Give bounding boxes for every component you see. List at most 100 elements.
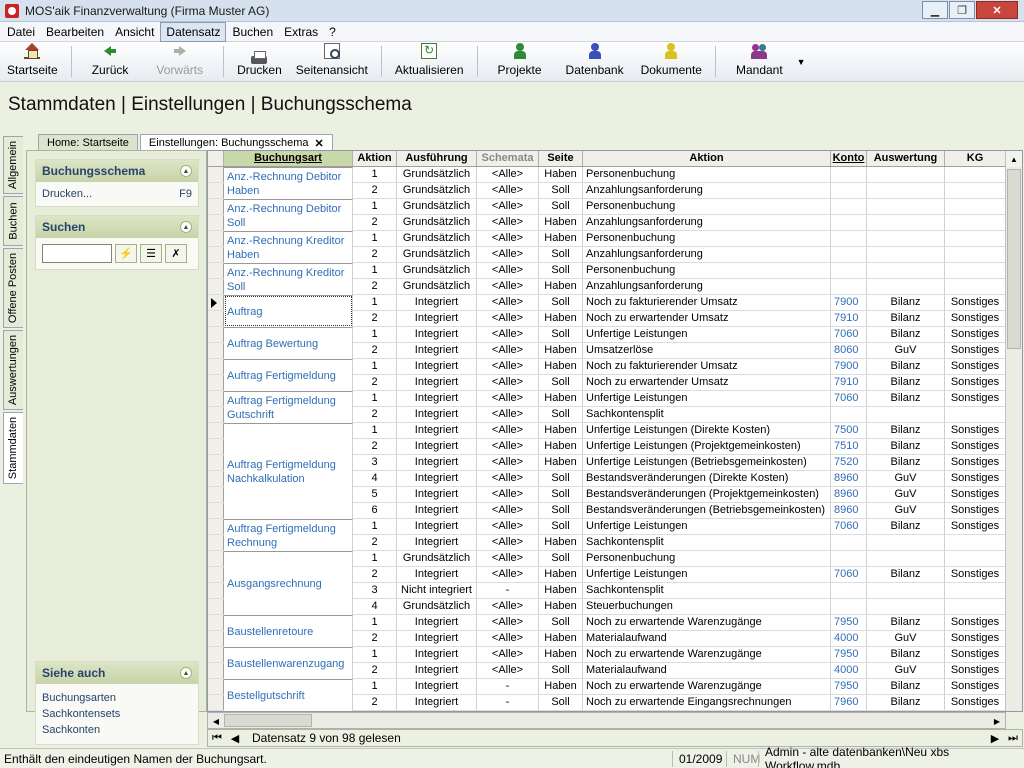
col-aktion[interactable]: Aktion [583,151,831,166]
row-selector[interactable] [208,503,224,518]
search-input[interactable] [42,244,112,263]
client-button[interactable]: Mandant [722,42,791,81]
schema-panel-header[interactable]: Buchungsschema ▲ [36,160,198,182]
filter-list-icon[interactable]: ☰ [140,244,162,263]
row-selector[interactable] [208,391,224,406]
row-selector[interactable] [208,343,224,358]
row-selector[interactable] [208,279,224,294]
scroll-up-icon[interactable]: ▲ [1006,151,1022,167]
row-selector[interactable] [208,551,224,566]
clear-filter-icon[interactable]: ✗ [165,244,187,263]
first-record-icon[interactable]: ⏮ [208,730,226,746]
collapse-icon[interactable]: ▲ [180,221,192,233]
maximize-icon[interactable]: ❐ [949,1,975,19]
row-selector[interactable] [208,663,224,678]
table-row[interactable]: Auftrag 1 Integriert <Alle> Soll Noch zu fakt… [208,295,1006,327]
table-row[interactable]: Anz.-Rechnung Kreditor Haben 1 Grundsätzli… [208,231,1006,263]
table-row[interactable]: Bestellgutschrift 1 Integriert - Haben Noch z… [208,679,1006,711]
col-aktion-nr[interactable]: Aktion [353,151,397,166]
table-row[interactable]: Baustellenretoure 1 Integriert <Alle> Soll No… [208,615,1006,647]
row-selector[interactable] [208,615,224,630]
link-buchungsarten[interactable]: Buchungsarten [42,690,192,706]
row-selector[interactable] [208,487,224,502]
table-row[interactable]: Auftrag Bewertung 1 Integriert <Alle> Soll Un… [208,327,1006,359]
row-selector[interactable] [208,647,224,662]
col-konto[interactable]: Konto [831,151,867,166]
scroll-right-icon[interactable]: ▶ [990,714,1004,728]
row-selector[interactable] [208,679,224,694]
collapse-icon[interactable]: ▲ [180,165,192,177]
menu-help[interactable]: ? [324,23,341,41]
row-selector[interactable] [208,583,224,598]
table-row[interactable]: Anz.-Rechnung Debitor Haben 1 Grundsätzlic… [208,167,1006,199]
vertical-scrollbar[interactable]: ▲ [1005,151,1022,711]
row-selector[interactable] [208,263,224,278]
print-shortcut[interactable]: Drucken... F9 [42,188,192,200]
back-button[interactable]: Zurück [78,42,143,81]
forward-button[interactable]: Vorwärts [142,42,217,81]
row-selector[interactable] [208,567,224,582]
link-sachkontensets[interactable]: Sachkontensets [42,706,192,722]
link-sachkonten[interactable]: Sachkonten [42,722,192,738]
see-also-header[interactable]: Siehe auch ▲ [36,662,198,684]
client-dropdown-icon[interactable]: ▼ [797,57,806,67]
menu-bearbeiten[interactable]: Bearbeiten [41,23,109,41]
row-selector[interactable] [208,295,224,310]
col-kg[interactable]: KG [945,151,1006,166]
col-schemata[interactable]: Schemata [477,151,539,166]
row-selector[interactable] [208,183,224,198]
row-selector[interactable] [208,215,224,230]
search-panel-header[interactable]: Suchen ▲ [36,216,198,238]
scroll-left-icon[interactable]: ◀ [209,714,223,728]
row-selector[interactable] [208,327,224,342]
database-button[interactable]: Datenbank [556,42,634,81]
row-selector[interactable] [208,695,224,710]
vtab-stammdaten[interactable]: Stammdaten [3,412,23,484]
row-selector[interactable] [208,455,224,470]
vtab-auswertungen[interactable]: Auswertungen [3,330,23,410]
documents-button[interactable]: Dokumente [634,42,709,81]
row-selector[interactable] [208,599,224,614]
horizontal-scroll-thumb[interactable] [224,714,312,727]
col-auswertung[interactable]: Auswertung [867,151,945,166]
page-preview-button[interactable]: Seitenansicht [289,42,375,81]
table-row[interactable]: Auftrag Fertigmeldung Rechnung 1 Integrier… [208,519,1006,551]
row-selector[interactable] [208,423,224,438]
row-selector[interactable] [208,471,224,486]
col-ausfuehrung[interactable]: Ausführung [397,151,477,166]
table-row[interactable]: Ausgangsrechnung 1 Grundsätzlich <Alle> Soll… [208,551,1006,615]
row-selector[interactable] [208,375,224,390]
table-row[interactable]: Auftrag Fertigmeldung 1 Integriert <Alle> Ha… [208,359,1006,391]
col-seite[interactable]: Seite [539,151,583,166]
table-row[interactable]: Anz.-Rechnung Debitor Soll 1 Grundsätzlich… [208,199,1006,231]
row-selector[interactable] [208,231,224,246]
row-selector[interactable] [208,535,224,550]
col-buchungsart[interactable]: Buchungsart [224,151,353,166]
minimize-icon[interactable]: ▁ [922,1,948,19]
tab-home[interactable]: Home: Startseite [38,134,138,150]
vtab-allgemein[interactable]: Allgemein [3,136,23,194]
collapse-icon[interactable]: ▲ [180,667,192,679]
row-selector[interactable] [208,167,224,182]
menu-extras[interactable]: Extras [279,23,323,41]
close-icon[interactable]: ✕ [976,1,1018,19]
row-selector[interactable] [208,519,224,534]
table-row[interactable]: Auftrag Fertigmeldung Gutschrift 1 Integri… [208,391,1006,423]
prev-record-icon[interactable]: ◀ [226,730,244,746]
row-selector[interactable] [208,407,224,422]
tab-buchungsschema[interactable]: Einstellungen: Buchungsschema ✕ [139,134,333,150]
row-selector[interactable] [208,439,224,454]
refresh-button[interactable]: Aktualisieren [388,42,471,81]
row-selector[interactable] [208,311,224,326]
table-row[interactable]: Auftrag Fertigmeldung Nachkalkulation 1 In… [208,423,1006,519]
row-selector[interactable] [208,359,224,374]
row-selector[interactable] [208,199,224,214]
menu-ansicht[interactable]: Ansicht [110,23,159,41]
vtab-offene-posten[interactable]: Offene Posten [3,248,23,328]
menu-buchen[interactable]: Buchen [227,23,278,41]
table-row[interactable]: Baustellenwarenzugang 1 Integriert <Alle> Ha… [208,647,1006,679]
filter-icon[interactable]: ⚡ [115,244,137,263]
row-selector[interactable] [208,247,224,262]
home-button[interactable]: Startseite [0,42,65,81]
print-button[interactable]: Drucken [230,42,289,81]
